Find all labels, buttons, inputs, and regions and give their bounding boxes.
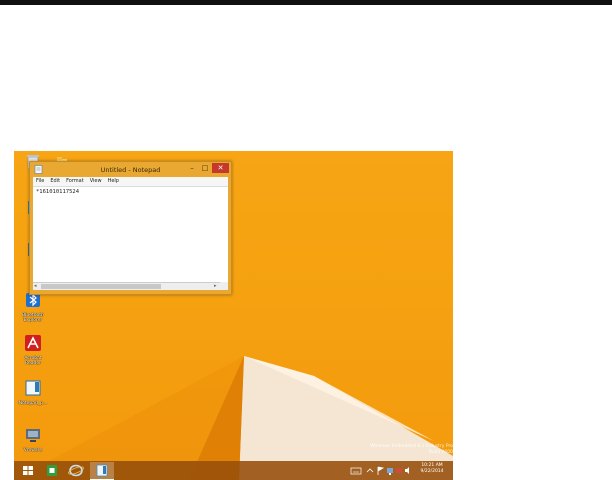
desktop-icon-label: Vmware bbox=[23, 448, 43, 453]
desktop-icon-acrobat[interactable]: Acrobat Reader bbox=[16, 334, 50, 366]
volume-icon[interactable] bbox=[404, 463, 412, 478]
desktop-icon-notepad[interactable]: Notepad_p... bbox=[16, 379, 50, 406]
scroll-left-icon[interactable]: ◂ bbox=[34, 283, 37, 290]
desktop-icon-vmware[interactable]: Vmware bbox=[16, 426, 50, 453]
notepad-text-area[interactable]: *161010117524 bbox=[33, 186, 228, 283]
ie-icon bbox=[68, 464, 84, 477]
scroll-thumb[interactable] bbox=[41, 284, 161, 289]
battery-icon[interactable] bbox=[395, 463, 403, 478]
os-watermark: Windows Embedded 8.1 Industry Pro Build … bbox=[344, 444, 453, 456]
taskbar-notepad[interactable] bbox=[90, 462, 114, 480]
scroll-right-icon[interactable]: ▸ bbox=[214, 283, 217, 290]
notepad-window[interactable]: Untitled - Notepad – □ ✕ File Edit Forma… bbox=[29, 161, 232, 295]
clock-date: 9/22/2014 bbox=[420, 469, 444, 474]
notepad-icon bbox=[25, 380, 41, 396]
taskbar-store[interactable] bbox=[40, 462, 64, 479]
vmware-icon bbox=[26, 429, 40, 442]
notepad-content: *161010117524 bbox=[36, 189, 80, 195]
menu-format[interactable]: Format bbox=[63, 177, 87, 186]
top-bar bbox=[0, 0, 612, 5]
keyboard-icon[interactable] bbox=[350, 463, 362, 478]
taskbar-clock[interactable]: 10:21 AM 9/22/2014 bbox=[414, 463, 450, 475]
desktop-screen: Bluetooth Explorer Acrobat Reader Notepa… bbox=[14, 151, 453, 480]
resize-grip[interactable] bbox=[220, 282, 228, 290]
network-icon[interactable] bbox=[386, 463, 394, 478]
close-button[interactable]: ✕ bbox=[212, 163, 229, 173]
show-hidden-icons-icon[interactable] bbox=[366, 463, 374, 478]
menu-help[interactable]: Help bbox=[105, 177, 122, 186]
action-center-flag-icon[interactable] bbox=[376, 463, 385, 478]
maximize-button[interactable]: □ bbox=[199, 163, 211, 173]
taskbar: 10:21 AM 9/22/2014 bbox=[14, 461, 453, 480]
start-icon bbox=[23, 466, 33, 475]
desktop-icon-label: Acrobat Reader bbox=[24, 356, 42, 366]
notepad-titlebar[interactable]: Untitled - Notepad – □ ✕ bbox=[30, 162, 231, 177]
menu-edit[interactable]: Edit bbox=[47, 177, 63, 186]
horizontal-scrollbar[interactable]: ◂ ▸ bbox=[33, 282, 220, 290]
menu-file[interactable]: File bbox=[33, 177, 47, 186]
menu-view[interactable]: View bbox=[87, 177, 105, 186]
start-button[interactable] bbox=[16, 462, 40, 479]
taskbar-ie[interactable] bbox=[64, 462, 88, 479]
notepad-menubar: File Edit Format View Help bbox=[33, 177, 228, 186]
store-icon bbox=[47, 465, 57, 476]
desktop-icon-label: Notepad_p... bbox=[18, 401, 48, 406]
acrobat-icon bbox=[25, 335, 41, 351]
desktop-icon-label: Bluetooth Explorer bbox=[22, 313, 44, 323]
minimize-button[interactable]: – bbox=[186, 163, 198, 173]
desktop-icon-bluetooth[interactable]: Bluetooth Explorer bbox=[16, 291, 50, 323]
watermark-line-2: Build 9600 bbox=[428, 450, 453, 455]
notepad-icon bbox=[96, 464, 108, 477]
